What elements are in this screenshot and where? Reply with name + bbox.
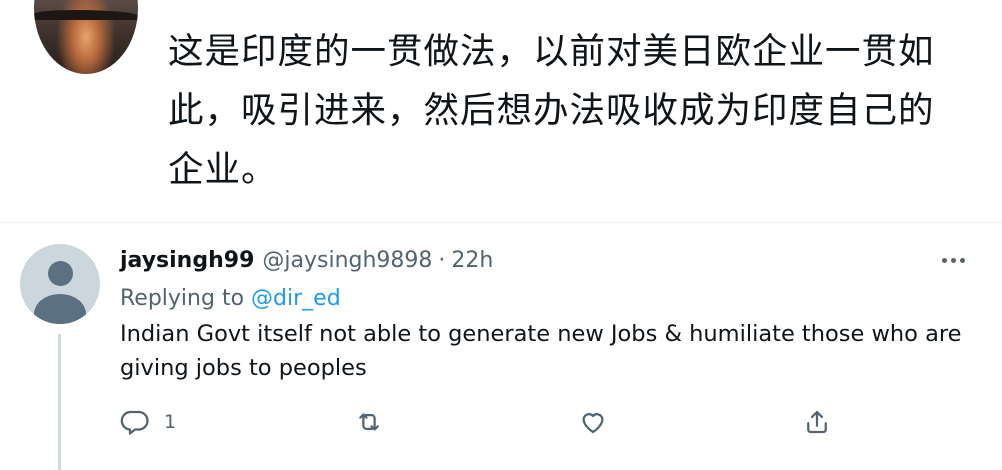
like-button[interactable] bbox=[578, 404, 622, 440]
default-avatar-head bbox=[48, 261, 73, 286]
more-icon bbox=[941, 257, 947, 263]
more-icon-dot bbox=[959, 257, 965, 263]
header-separator: · bbox=[438, 247, 446, 273]
thread-connector-line bbox=[58, 334, 61, 470]
reply-avatar[interactable] bbox=[20, 244, 100, 324]
share-icon bbox=[807, 410, 827, 434]
retweet-icon bbox=[359, 413, 379, 431]
default-avatar-body bbox=[34, 294, 86, 324]
retweet-button[interactable] bbox=[354, 404, 398, 440]
reply-button[interactable]: 1 bbox=[120, 404, 176, 440]
user-handle[interactable]: @jaysingh9898 bbox=[262, 248, 432, 273]
share-button[interactable] bbox=[802, 404, 832, 440]
tweet-thread: 这是印度的一贯做法，以前对美日欧企业一贯如此，吸引进来，然后想办法吸收成为印度自… bbox=[0, 0, 1002, 470]
mention-link[interactable]: @dir_ed bbox=[251, 286, 341, 311]
tweet-divider bbox=[0, 222, 1002, 223]
parent-avatar[interactable] bbox=[34, 0, 138, 74]
like-icon bbox=[582, 413, 604, 434]
replying-to-line: Replying to @dir_ed bbox=[120, 282, 341, 314]
display-name[interactable]: jaysingh99 bbox=[120, 248, 254, 273]
reply-icon bbox=[120, 410, 149, 435]
reply-tweet-text: Indian Govt itself not able to generate … bbox=[120, 321, 962, 381]
reply-count: 1 bbox=[164, 411, 177, 433]
reply-header: jaysingh99 @jaysingh9898 · 22h bbox=[120, 244, 493, 276]
parent-tweet-text: 这是印度的一贯做法，以前对美日欧企业一贯如此，吸引进来，然后想办法吸收成为印度自… bbox=[168, 31, 935, 190]
parent-tweet[interactable]: 这是印度的一贯做法，以前对美日欧企业一贯如此，吸引进来，然后想办法吸收成为印度自… bbox=[0, 0, 1002, 220]
replying-to-label: Replying to bbox=[120, 285, 245, 311]
avatar-landscape bbox=[34, 10, 138, 20]
action-bar: 1 bbox=[120, 404, 840, 440]
timestamp[interactable]: 22h bbox=[451, 248, 493, 273]
more-options-button[interactable] bbox=[936, 246, 970, 274]
more-icon-dot bbox=[950, 257, 956, 263]
